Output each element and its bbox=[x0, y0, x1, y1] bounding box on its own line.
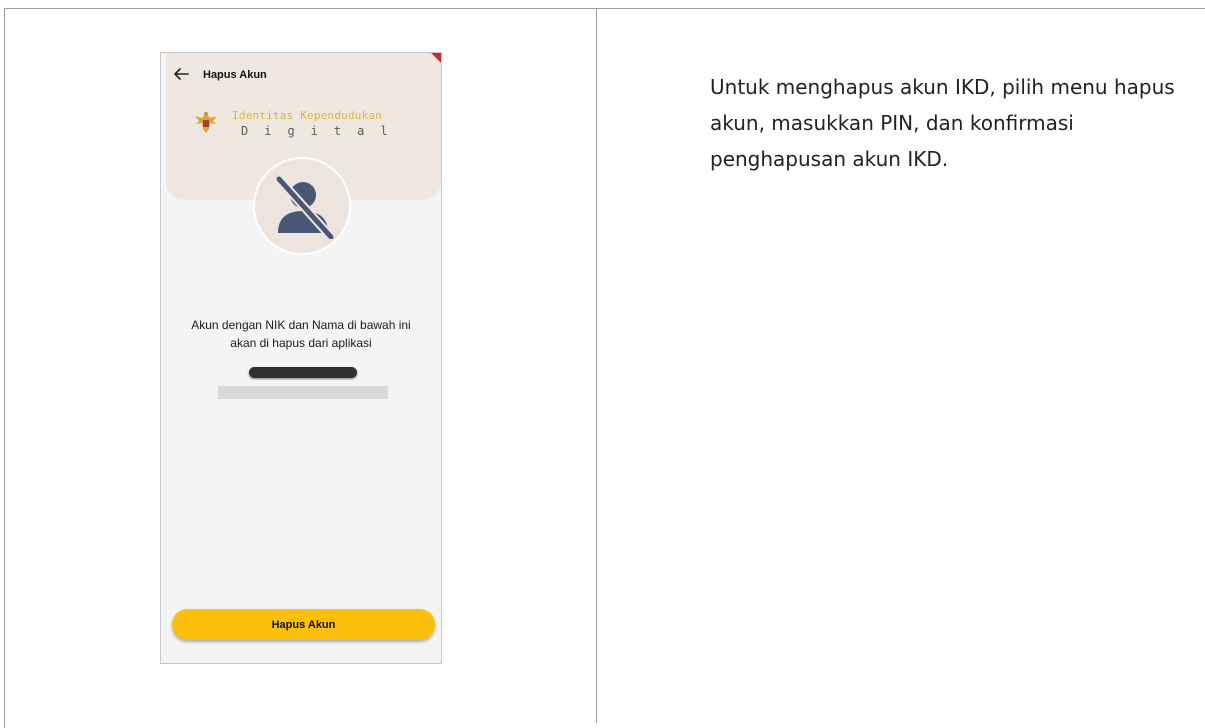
document-table: Hapus Akun Identitas Kependudukan Digita… bbox=[4, 8, 1205, 728]
instruction-text: Untuk menghapus akun IKD, pilih menu hap… bbox=[710, 75, 1175, 171]
avatar bbox=[253, 157, 351, 255]
redacted-nik bbox=[218, 386, 388, 399]
logo-text-identitas: Identitas Kependudukan bbox=[232, 109, 383, 122]
warning-line-1: Akun dengan NIK dan Nama di bawah ini bbox=[191, 318, 411, 332]
garuda-emblem-icon bbox=[195, 112, 217, 133]
arrow-left-icon[interactable] bbox=[172, 66, 190, 82]
phone-screenshot: Hapus Akun Identitas Kependudukan Digita… bbox=[160, 52, 442, 664]
delete-warning-message: Akun dengan NIK dan Nama di bawah ini ak… bbox=[161, 316, 441, 352]
user-off-icon bbox=[275, 175, 335, 239]
delete-account-button[interactable]: Hapus Akun bbox=[172, 609, 435, 640]
column-divider bbox=[596, 9, 597, 723]
logo-text-digital: Digital bbox=[241, 124, 404, 138]
screen-title: Hapus Akun bbox=[203, 69, 267, 81]
redacted-name bbox=[249, 367, 357, 378]
warning-line-2: akan di hapus dari aplikasi bbox=[230, 336, 372, 350]
